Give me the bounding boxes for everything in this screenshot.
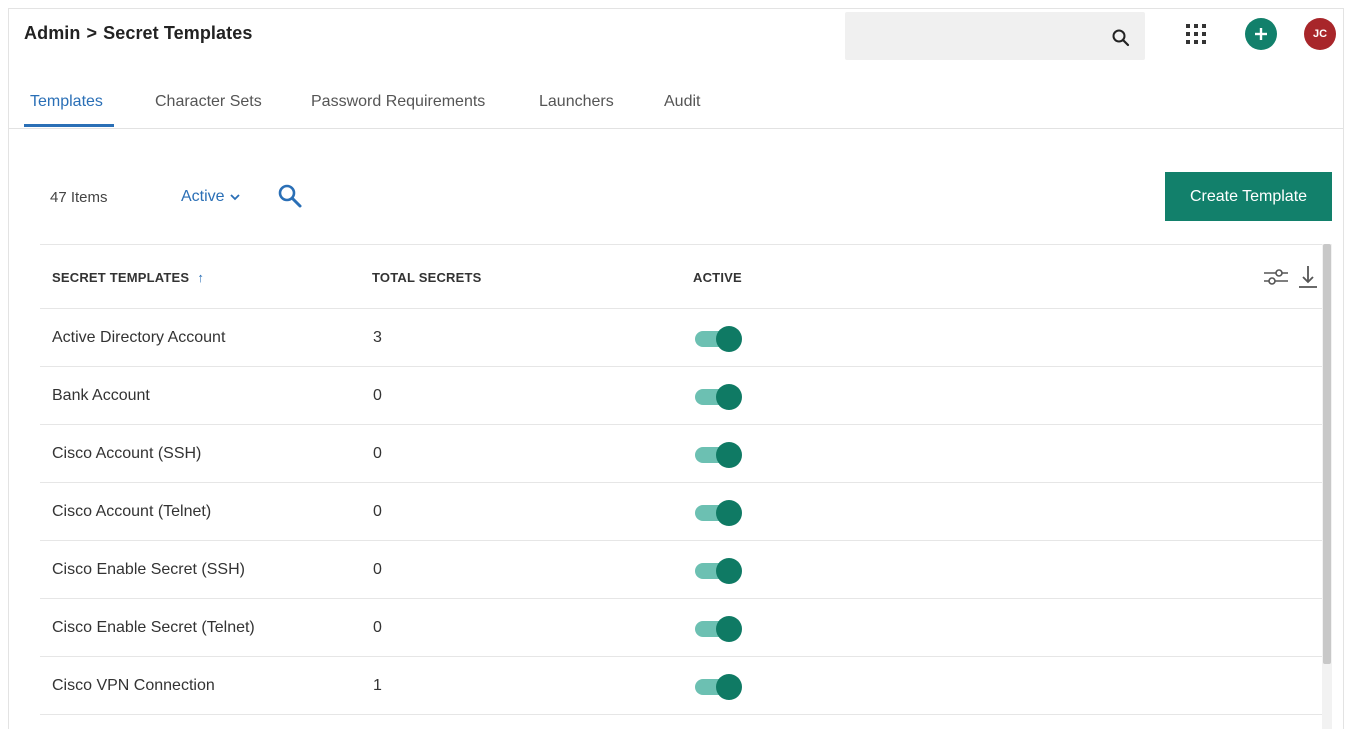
sort-ascending-icon: ↑ [197,270,205,285]
table-row[interactable]: Cisco Enable Secret (SSH) 0 [40,541,1332,599]
active-tab-indicator [24,124,114,127]
toggle-knob [716,616,742,642]
tab-password-requirements[interactable]: Password Requirements [311,93,485,111]
total-secrets-cell: 0 [373,619,382,636]
toggle-knob [716,326,742,352]
active-toggle[interactable] [695,557,742,585]
add-button[interactable] [1245,18,1277,50]
table-row[interactable]: Active Directory Account 3 [40,309,1332,367]
template-name-cell[interactable]: Bank Account [52,387,150,405]
total-secrets-cell: 3 [373,329,382,346]
status-filter-value: Active [181,188,225,205]
tab-bar: Templates Character Sets Password Requir… [9,81,1343,129]
toggle-knob [716,674,742,700]
toggle-knob [716,442,742,468]
column-header-active[interactable]: ACTIVE [693,270,742,285]
chevron-down-icon [229,194,240,201]
column-header-secret-templates[interactable]: SECRET TEMPLATES ↑ [52,270,204,285]
template-name-cell[interactable]: Cisco Enable Secret (Telnet) [52,619,255,637]
scrollbar-thumb[interactable] [1323,244,1331,664]
table-row[interactable]: Cisco Account (Telnet) 0 [40,483,1332,541]
active-toggle[interactable] [695,615,742,643]
toggle-knob [716,500,742,526]
table-row[interactable]: Cisco Enable Secret (Telnet) 0 [40,599,1332,657]
toggle-knob [716,384,742,410]
global-search [845,12,1145,60]
global-search-input[interactable] [845,12,1105,60]
total-secrets-cell: 1 [373,677,382,694]
secret-templates-grid: SECRET TEMPLATES ↑ TOTAL SECRETS ACTIVE A… [40,244,1332,729]
search-icon[interactable] [277,183,303,209]
template-name-cell[interactable]: Cisco Enable Secret (SSH) [52,561,245,579]
active-toggle[interactable] [695,325,742,353]
total-secrets-cell: 0 [373,387,382,404]
template-name-cell[interactable]: Active Directory Account [52,329,225,347]
column-header-total-secrets[interactable]: TOTAL SECRETS [372,270,482,285]
column-settings-icon[interactable] [1262,266,1290,288]
total-secrets-cell: 0 [373,445,382,462]
tab-audit[interactable]: Audit [664,93,700,111]
table-row[interactable]: Bank Account 0 [40,367,1332,425]
active-toggle[interactable] [695,499,742,527]
breadcrumb-admin-link[interactable]: Admin [24,23,81,43]
tab-character-sets[interactable]: Character Sets [155,93,262,111]
top-bar: Admin > Secret Templates JC [9,9,1343,69]
active-toggle[interactable] [695,383,742,411]
item-count: 47 Items [50,189,108,206]
template-name-cell[interactable]: Cisco VPN Connection [52,677,215,695]
template-name-cell[interactable]: Cisco Account (Telnet) [52,503,211,521]
search-icon[interactable] [1111,28,1131,48]
page-title: Secret Templates [103,23,253,43]
download-icon[interactable] [1298,265,1318,289]
total-secrets-cell: 0 [373,503,382,520]
table-row[interactable]: Cisco Account (SSH) 0 [40,425,1332,483]
user-avatar[interactable]: JC [1304,18,1336,50]
toggle-knob [716,558,742,584]
grid-toolbar: 47 Items Active Create Template [9,169,1343,229]
breadcrumb: Admin > Secret Templates [24,23,252,44]
column-header-label: SECRET TEMPLATES [52,270,190,285]
active-toggle[interactable] [695,673,742,701]
active-toggle[interactable] [695,441,742,469]
grid-header: SECRET TEMPLATES ↑ TOTAL SECRETS ACTIVE [40,245,1332,309]
grid-scrollbar[interactable] [1322,244,1332,729]
grid-apps-icon[interactable] [1185,23,1207,45]
total-secrets-cell: 0 [373,561,382,578]
tab-templates[interactable]: Templates [30,93,103,111]
plus-icon [1255,28,1267,40]
status-filter-dropdown[interactable]: Active [181,188,241,206]
breadcrumb-separator: > [86,23,98,43]
app-frame: Admin > Secret Templates JC Templates Char… [8,8,1344,729]
tab-launchers[interactable]: Launchers [539,93,614,111]
table-row[interactable]: Cisco VPN Connection 1 [40,657,1332,715]
grid-header-tools [1262,265,1318,289]
create-template-button[interactable]: Create Template [1165,172,1332,221]
template-name-cell[interactable]: Cisco Account (SSH) [52,445,201,463]
